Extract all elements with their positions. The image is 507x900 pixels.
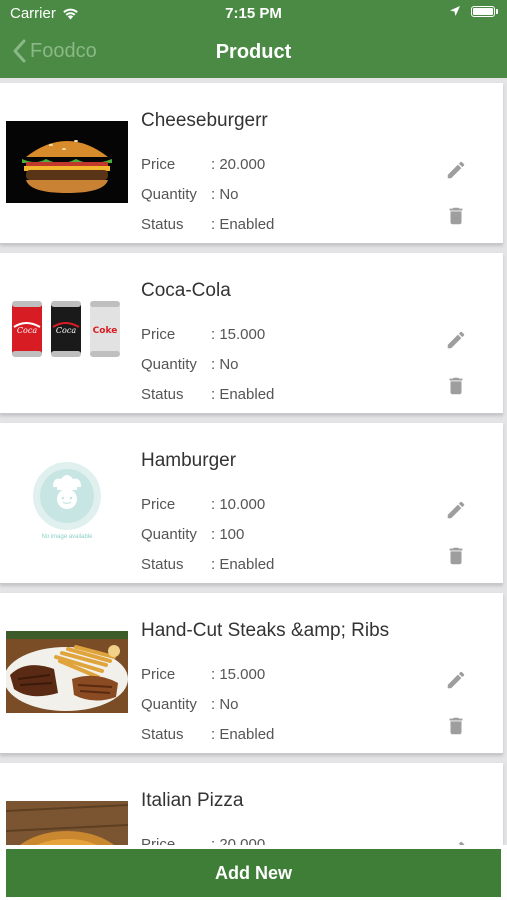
- price-row: Price : 20.000: [141, 836, 265, 845]
- price-row: Price : 10.000: [141, 496, 265, 513]
- status-right: [449, 5, 498, 17]
- delete-button[interactable]: [443, 203, 469, 229]
- price-value: : 20.000: [211, 156, 266, 173]
- product-name: Italian Pizza: [141, 790, 244, 811]
- product-name: Cheeseburgerr: [141, 110, 268, 131]
- pencil-icon: [447, 161, 465, 179]
- price-label: Price: [141, 326, 176, 343]
- price-row: Price : 15.000: [141, 326, 265, 343]
- price-value: : 15.000: [211, 326, 266, 343]
- product-card[interactable]: Italian Pizza Price : 20.000: [0, 763, 503, 845]
- edit-button[interactable]: [443, 157, 469, 183]
- status-value: : Enabled: [211, 726, 275, 743]
- delete-button[interactable]: [443, 373, 469, 399]
- no-image-caption: No image available: [41, 534, 93, 540]
- pencil-icon: [447, 501, 465, 519]
- page-title: Product: [215, 41, 292, 63]
- quantity-value: : 100: [211, 526, 245, 543]
- status-bar: Carrier 7:15 PM: [0, 0, 507, 28]
- product-card[interactable]: No image available Hamburger Price : 10.0…: [0, 423, 503, 584]
- product-list[interactable]: Cheeseburgerr Price : 20.000 Quantity : No…: [0, 80, 507, 845]
- status-value: : Enabled: [211, 216, 275, 233]
- svg-text:Coke: Coke: [93, 326, 118, 336]
- product-image: [6, 801, 128, 845]
- price-row: Price : 15.000: [141, 666, 265, 683]
- product-image: Coca Coca Coke: [6, 291, 128, 373]
- product-name: Coca-Cola: [141, 280, 231, 301]
- status-row: Status : Enabled: [141, 216, 274, 233]
- delete-button[interactable]: [443, 543, 469, 569]
- delete-button[interactable]: [443, 713, 469, 739]
- quantity-row: Quantity : No: [141, 356, 239, 373]
- svg-text:Coca: Coca: [56, 326, 76, 335]
- status-label: Status: [141, 216, 184, 233]
- trash-icon: [449, 547, 463, 565]
- footer-bar: Add New: [0, 845, 507, 900]
- product-name: Hand-Cut Steaks &amp; Ribs: [141, 620, 390, 641]
- svg-text:Coca: Coca: [17, 326, 37, 335]
- status-row: Status : Enabled: [141, 726, 274, 743]
- status-row: Status : Enabled: [141, 386, 274, 403]
- status-value: : Enabled: [211, 556, 275, 573]
- clock: 7:15 PM: [225, 5, 282, 22]
- product-card[interactable]: Hand-Cut Steaks &amp; Ribs Price : 15.000…: [0, 593, 503, 754]
- product-image: [6, 631, 128, 713]
- quantity-label: Quantity: [141, 526, 197, 543]
- edit-button[interactable]: [443, 327, 469, 353]
- product-card[interactable]: Cheeseburgerr Price : 20.000 Quantity : No…: [0, 83, 503, 244]
- location-arrow-icon: [450, 6, 460, 16]
- price-label: Price: [141, 666, 176, 683]
- price-value: : 20.000: [211, 836, 266, 845]
- price-label: Price: [141, 836, 176, 845]
- product-card[interactable]: Coca Coca Coke Coca-Cola Price : 15.000 Q…: [0, 253, 503, 414]
- quantity-value: : No: [211, 696, 239, 713]
- price-value: : 10.000: [211, 496, 266, 513]
- quantity-value: : No: [211, 186, 239, 203]
- product-name: Hamburger: [141, 450, 237, 471]
- edit-button[interactable]: [443, 837, 469, 845]
- status-label: Status: [141, 726, 184, 743]
- quantity-row: Quantity : 100: [141, 526, 244, 543]
- edit-button[interactable]: [443, 667, 469, 693]
- pencil-icon: [447, 331, 465, 349]
- battery-icon: [471, 5, 498, 17]
- quantity-label: Quantity: [141, 696, 197, 713]
- status-value: : Enabled: [211, 386, 275, 403]
- product-image: No image available: [6, 461, 128, 543]
- edit-button[interactable]: [443, 497, 469, 523]
- pencil-icon: [447, 671, 465, 689]
- quantity-label: Quantity: [141, 186, 197, 203]
- status-label: Status: [141, 386, 184, 403]
- trash-icon: [449, 717, 463, 735]
- price-value: : 15.000: [211, 666, 266, 683]
- price-label: Price: [141, 496, 176, 513]
- quantity-row: Quantity : No: [141, 696, 239, 713]
- add-new-button[interactable]: Add New: [6, 849, 501, 897]
- quantity-label: Quantity: [141, 356, 197, 373]
- price-row: Price : 20.000: [141, 156, 265, 173]
- navigation-bar: Foodco Product: [0, 28, 507, 78]
- status-row: Status : Enabled: [141, 556, 274, 573]
- product-image: [6, 121, 128, 203]
- status-label: Status: [141, 556, 184, 573]
- quantity-value: : No: [211, 356, 239, 373]
- trash-icon: [449, 207, 463, 225]
- trash-icon: [449, 377, 463, 395]
- quantity-row: Quantity : No: [141, 186, 239, 203]
- price-label: Price: [141, 156, 176, 173]
